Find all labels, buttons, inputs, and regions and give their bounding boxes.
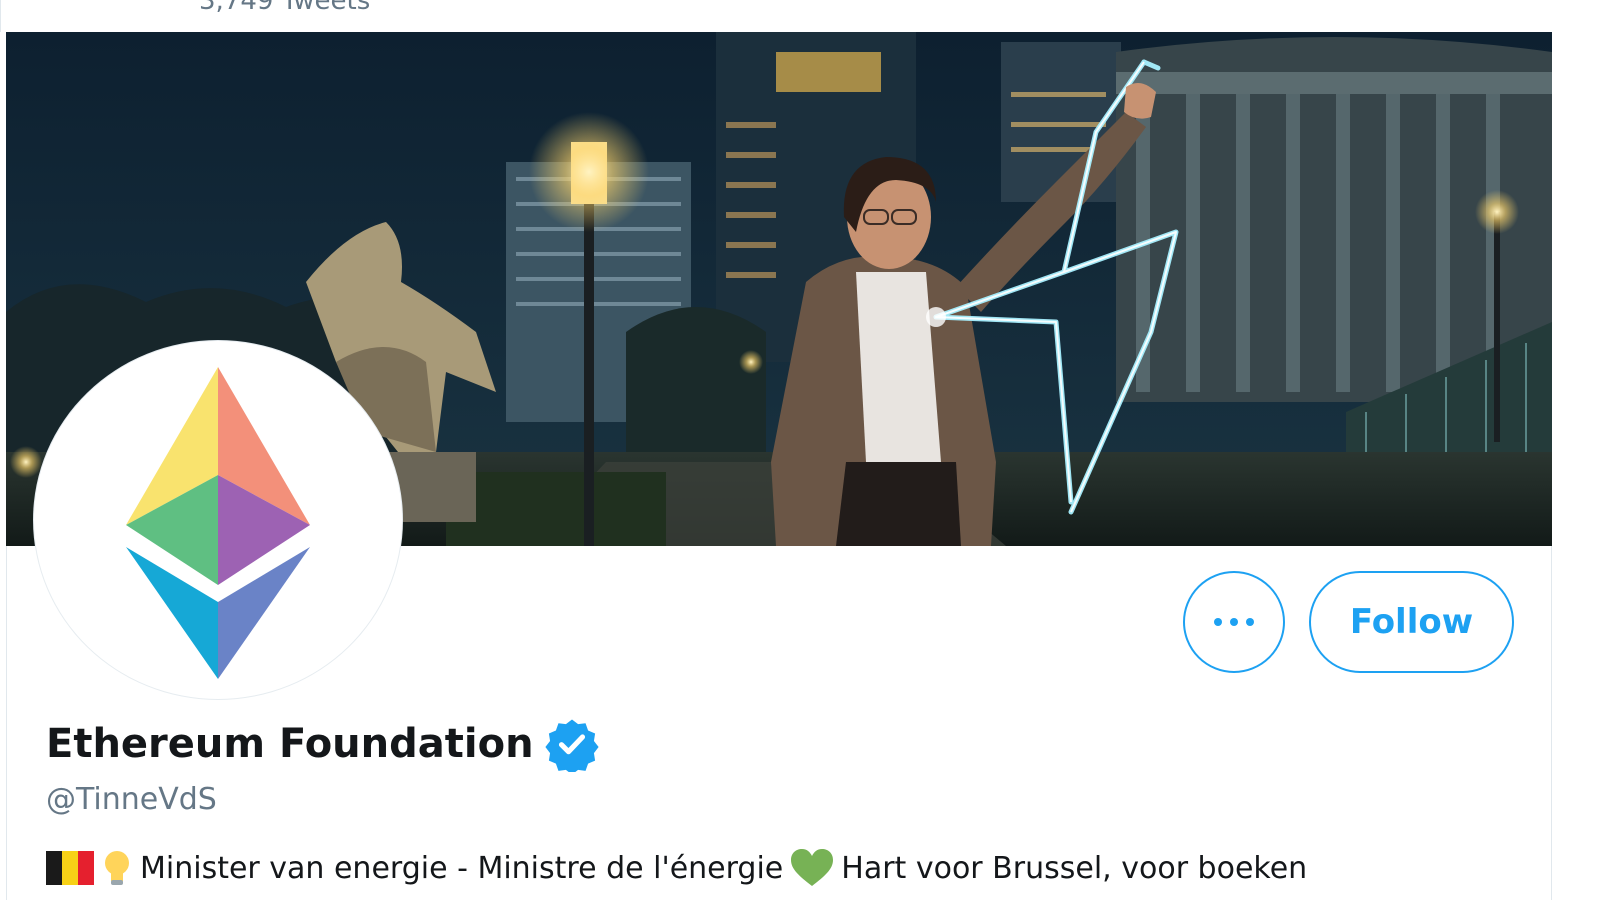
bio-text-2: Hart voor Brussel, voor boeken [841, 850, 1308, 886]
display-name-row: Ethereum Foundation [46, 716, 600, 772]
profile-avatar[interactable] [34, 341, 402, 699]
belgium-flag-icon [46, 851, 94, 885]
profile-handle: @TinneVdS [46, 782, 217, 817]
verified-badge-icon [544, 719, 599, 772]
profile-header-strip: 3,749 Tweets [0, 0, 1600, 32]
green-heart-icon [791, 849, 834, 886]
more-options-button[interactable] [1183, 571, 1285, 673]
ethereum-logo-icon [126, 367, 310, 679]
bio-text-1: Minister van energie - Ministre de l'éne… [140, 850, 784, 886]
right-margin [1552, 0, 1600, 900]
more-dots-icon [1214, 618, 1254, 626]
profile-page: 3,749 Tweets Follow Ethereum Foundation … [0, 0, 1600, 900]
profile-bio: Minister van energie - Ministre de l'éne… [46, 848, 1546, 888]
lightbulb-icon [105, 851, 129, 885]
display-name: Ethereum Foundation [46, 721, 534, 767]
follow-button[interactable]: Follow [1309, 571, 1514, 673]
tweet-count: 3,749 Tweets [199, 0, 371, 16]
